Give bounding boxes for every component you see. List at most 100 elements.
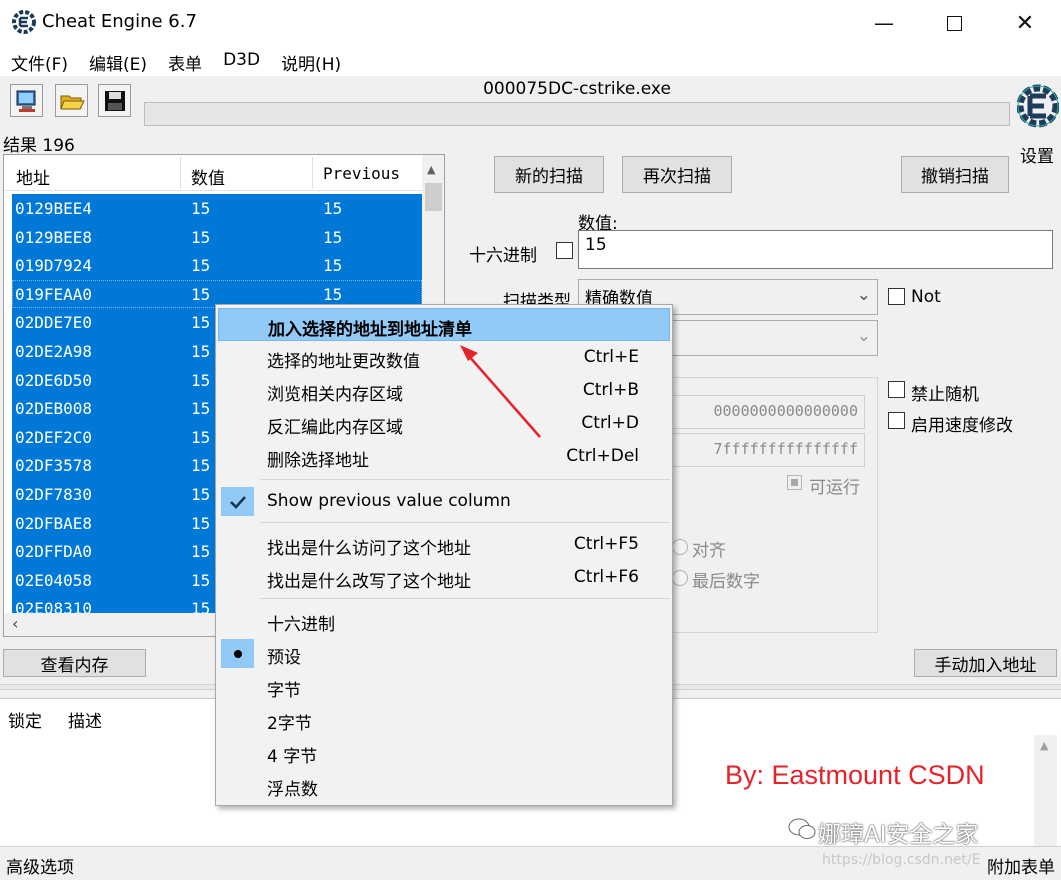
address-list-scrollbar[interactable]: ▲ bbox=[1034, 735, 1057, 847]
context-menu-shortcut: Ctrl+E bbox=[583, 347, 639, 367]
table-row[interactable]: 019D7924 15 15 bbox=[12, 251, 422, 280]
cell-value: 15 bbox=[191, 484, 211, 504]
context-menu-item[interactable]: 找出是什么访问了这个地址 Ctrl+F5 bbox=[218, 528, 670, 561]
menu-bar: 文件(F) 编辑(E) 表单 D3D 说明(H) bbox=[0, 46, 1061, 76]
save-button[interactable] bbox=[98, 84, 131, 117]
column-address[interactable]: 地址 bbox=[16, 164, 50, 189]
view-memory-button[interactable]: 查看内存 bbox=[3, 649, 146, 677]
csdn-url-watermark: https://blog.csdn.net/E bbox=[822, 852, 981, 868]
last-digits-label: 最后数字 bbox=[692, 572, 760, 592]
minimize-icon: — bbox=[874, 11, 894, 35]
speedhack-label: 启用速度修改 bbox=[911, 416, 1013, 436]
menu-table[interactable]: 表单 bbox=[157, 46, 212, 76]
advanced-options-link[interactable]: 高级选项 bbox=[6, 853, 74, 878]
context-menu-item[interactable]: 预设 bbox=[218, 637, 670, 670]
context-menu-item[interactable]: 浮点数 bbox=[218, 769, 670, 802]
next-scan-button[interactable]: 再次扫描 bbox=[622, 156, 732, 193]
settings-label[interactable]: 设置 bbox=[1020, 142, 1054, 167]
close-button[interactable]: ✕ bbox=[990, 0, 1060, 46]
open-file-button[interactable] bbox=[55, 84, 88, 117]
context-menu-label: 字节 bbox=[267, 681, 301, 701]
cell-address: 02E04058 bbox=[15, 570, 93, 590]
context-menu-item[interactable]: 加入选择的地址到地址清单 bbox=[218, 308, 670, 341]
cell-value: 15 bbox=[191, 456, 211, 476]
cell-address: 02DF3578 bbox=[15, 456, 93, 476]
scroll-thumb[interactable] bbox=[425, 183, 442, 211]
stop-address-input[interactable]: 7fffffffffffffff bbox=[672, 433, 865, 467]
column-description[interactable]: 描述 bbox=[68, 707, 102, 732]
scroll-left-icon[interactable]: ‹ bbox=[12, 614, 18, 633]
context-menu-item[interactable]: 选择的地址更改数值 Ctrl+E bbox=[218, 341, 670, 374]
cell-value: 15 bbox=[191, 256, 211, 276]
context-menu-label: 4 字节 bbox=[267, 747, 318, 767]
menu-file[interactable]: 文件(F) bbox=[0, 46, 78, 76]
cell-value: 15 bbox=[191, 399, 211, 419]
add-address-manually-button[interactable]: 手动加入地址 bbox=[914, 649, 1057, 677]
executable-label: 可运行 bbox=[809, 478, 860, 498]
cell-value: 15 bbox=[191, 370, 211, 390]
cell-address: 0129BEE8 bbox=[15, 227, 93, 247]
context-menu-label: 找出是什么访问了这个地址 bbox=[267, 539, 471, 559]
process-name: 000075DC-cstrike.exe bbox=[483, 79, 671, 99]
context-menu-label: 删除选择地址 bbox=[267, 451, 369, 471]
context-menu-item[interactable]: 反汇编此内存区域 Ctrl+D bbox=[218, 407, 670, 440]
cell-value: 15 bbox=[191, 341, 211, 361]
checkmark-icon bbox=[221, 487, 254, 516]
select-process-button[interactable] bbox=[10, 84, 43, 117]
cell-address: 019FEAA0 bbox=[15, 284, 93, 304]
start-address-input[interactable]: 0000000000000000 bbox=[672, 395, 865, 429]
scroll-up-icon[interactable]: ▲ bbox=[427, 163, 435, 176]
cheat-engine-settings-icon bbox=[1016, 84, 1060, 128]
new-scan-button[interactable]: 新的扫描 bbox=[494, 156, 604, 193]
context-menu-label: 浏览相关内存区域 bbox=[267, 385, 403, 405]
align-radio[interactable] bbox=[672, 539, 688, 555]
wechat-watermark: 娜璋AI安全之家 bbox=[818, 822, 979, 848]
hex-checkbox[interactable] bbox=[556, 242, 573, 259]
context-menu-item[interactable]: 4 字节 bbox=[218, 736, 670, 769]
executable-checkbox[interactable] bbox=[787, 475, 802, 490]
context-menu-item[interactable]: 删除选择地址 Ctrl+Del bbox=[218, 440, 670, 473]
cell-address: 02DEB008 bbox=[15, 399, 93, 419]
column-divider bbox=[180, 157, 181, 189]
context-menu-label: 选择的地址更改数值 bbox=[267, 352, 420, 372]
speedhack-checkbox[interactable] bbox=[888, 412, 905, 429]
wechat-icon bbox=[788, 817, 816, 846]
last-digits-radio[interactable] bbox=[672, 570, 688, 586]
table-row[interactable]: 0129BEE4 15 15 bbox=[12, 194, 422, 223]
context-menu-item[interactable]: 字节 bbox=[218, 670, 670, 703]
cell-previous: 15 bbox=[323, 199, 343, 218]
column-value[interactable]: 数值 bbox=[191, 164, 225, 189]
cell-address: 019D7924 bbox=[15, 256, 93, 276]
cell-value: 15 bbox=[191, 513, 211, 533]
maximize-button[interactable] bbox=[919, 0, 989, 46]
settings-logo-button[interactable] bbox=[1016, 82, 1060, 138]
menu-edit[interactable]: 编辑(E) bbox=[78, 46, 157, 76]
context-menu-item[interactable]: 十六进制 bbox=[218, 604, 670, 637]
cell-address: 02DFFDA0 bbox=[15, 542, 93, 562]
column-previous[interactable]: Previous bbox=[323, 164, 400, 183]
value-input[interactable]: 15 bbox=[578, 230, 1053, 269]
context-menu-item[interactable]: 找出是什么改写了这个地址 Ctrl+F6 bbox=[218, 561, 670, 594]
align-label: 对齐 bbox=[692, 541, 726, 561]
context-menu-item[interactable]: 浏览相关内存区域 Ctrl+B bbox=[218, 374, 670, 407]
context-menu-item[interactable]: Show previous value column bbox=[218, 485, 670, 518]
disable-random-checkbox[interactable] bbox=[888, 381, 905, 398]
table-row[interactable]: 0129BEE8 15 15 bbox=[12, 222, 422, 252]
undo-scan-button[interactable]: 撤销扫描 bbox=[901, 156, 1009, 193]
column-divider bbox=[312, 157, 313, 189]
context-menu-label: 浮点数 bbox=[267, 780, 318, 800]
context-menu-item[interactable]: 2字节 bbox=[218, 703, 670, 736]
scroll-up-icon[interactable]: ▲ bbox=[1040, 739, 1048, 752]
results-list-header: 地址 数值 Previous bbox=[4, 155, 422, 191]
table-extras-link[interactable]: 附加表单 bbox=[987, 853, 1055, 878]
not-checkbox[interactable] bbox=[888, 288, 905, 305]
checkbox-indeterminate-mark bbox=[791, 479, 798, 486]
menu-d3d[interactable]: D3D bbox=[212, 46, 270, 76]
minimize-button[interactable]: — bbox=[849, 0, 919, 46]
cell-value: 15 bbox=[191, 542, 211, 562]
menu-help[interactable]: 说明(H) bbox=[270, 46, 351, 76]
cell-value: 15 bbox=[191, 284, 211, 304]
window-title: Cheat Engine 6.7 bbox=[42, 11, 197, 32]
context-menu-shortcut: Ctrl+B bbox=[582, 380, 639, 400]
column-lock[interactable]: 锁定 bbox=[8, 707, 42, 732]
